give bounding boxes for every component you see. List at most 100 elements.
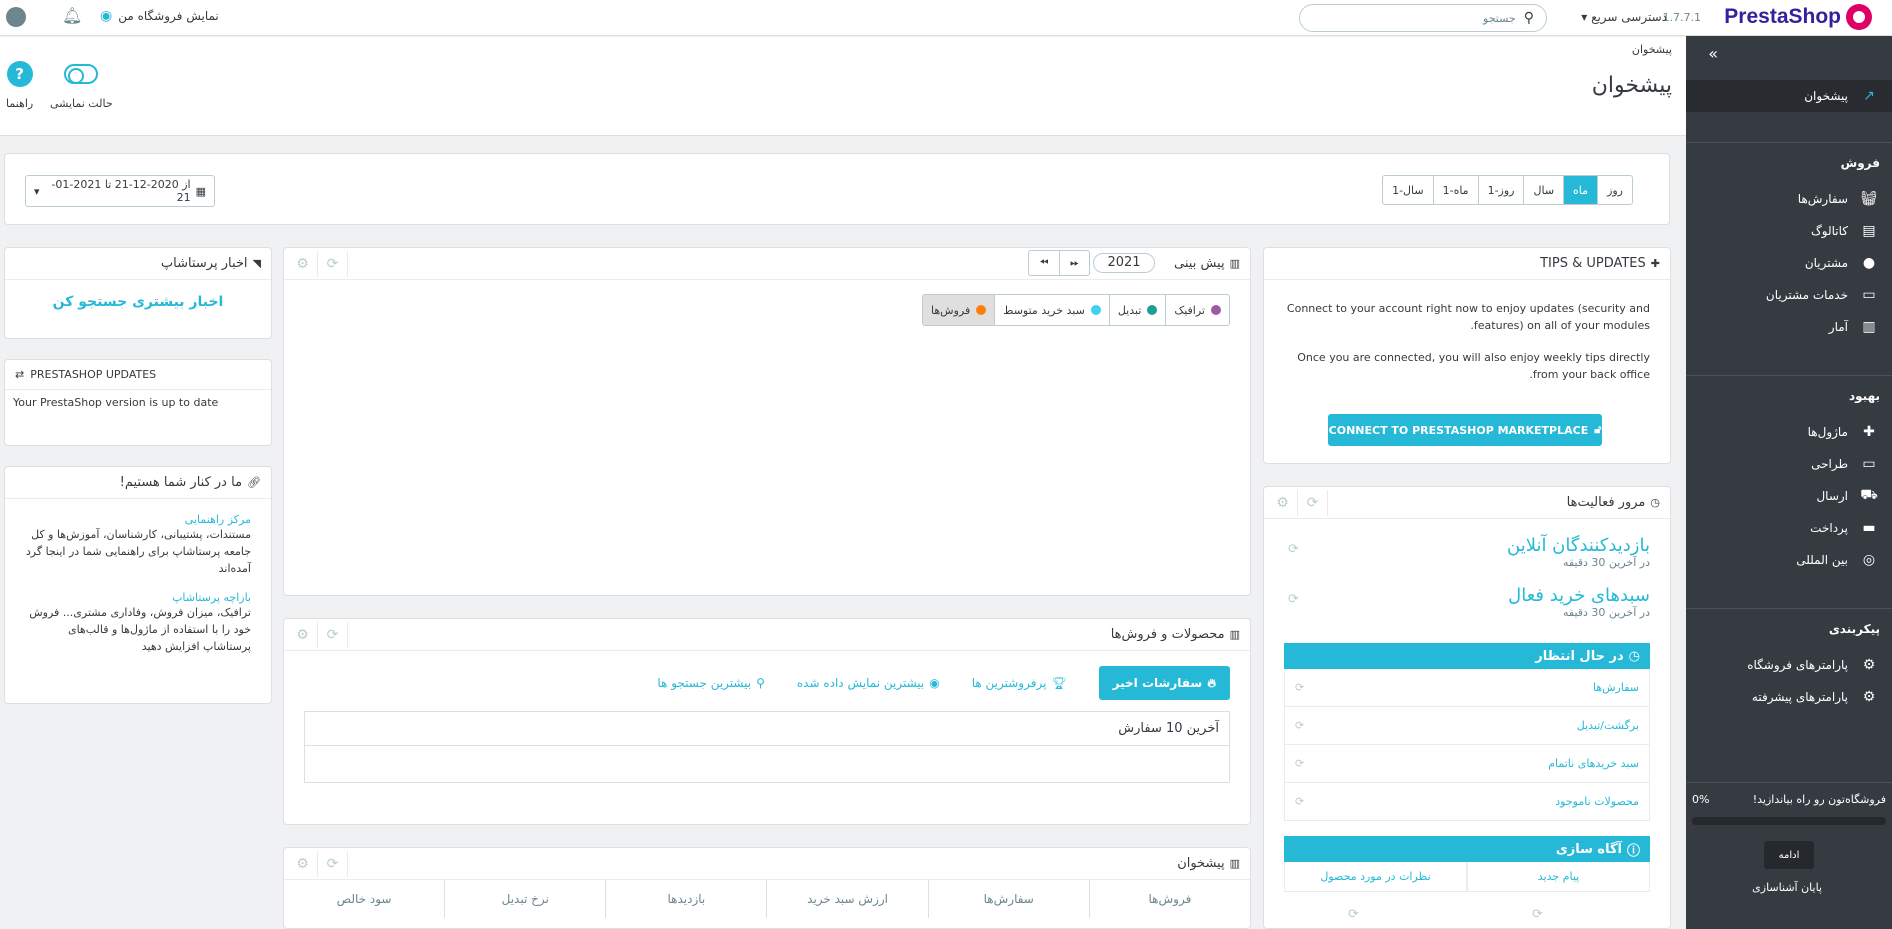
sidebar-item-international[interactable]: ◎ بین المللی (1686, 544, 1892, 576)
refresh-icon[interactable]: ⟳ (318, 622, 348, 648)
new-messages-tab[interactable]: پیام جدید (1467, 862, 1650, 892)
demo-mode-toggle[interactable]: حالت نمایشی (50, 61, 113, 110)
refresh-icon[interactable]: ⟳ (1288, 592, 1299, 607)
caret-down-icon: ▾ (34, 184, 40, 198)
legend-sales[interactable]: فروش‌ها (923, 295, 995, 325)
sidebar-item-stats[interactable]: ▥ آمار (1686, 311, 1892, 343)
help-center-link[interactable]: مرکز راهنمایی (5, 513, 271, 526)
column-header: بازدیدها (605, 880, 766, 918)
pending-item-returns[interactable]: برگشت/تبدیل ⟳ (1284, 707, 1650, 745)
sidebar-divider (1686, 375, 1892, 376)
refresh-icon[interactable]: ⟳ (318, 251, 348, 277)
recent-orders-table: آخرین 10 سفارش (304, 711, 1230, 783)
sidebar-item-customers[interactable]: ● مشتریان (1686, 247, 1892, 279)
search-box[interactable]: ⚲ جستجو (1299, 4, 1547, 32)
prestashop-logo[interactable]: PrestaShop (1724, 4, 1872, 30)
connect-marketplace-button[interactable]: 🔓︎ CONNECT TO PRESTASHOP MARKETPLACE (1328, 414, 1602, 446)
sidebar-item-label: کاتالوگ (1811, 224, 1848, 238)
view-shop-link[interactable]: نمایش فروشگاه من ◉ (100, 8, 219, 24)
period-day[interactable]: روز (1597, 176, 1632, 204)
page-title: پیشخوان (1591, 73, 1672, 98)
period-month[interactable]: ماه (1563, 176, 1598, 204)
quick-access-dropdown[interactable]: دسترسی سریع ▾ (1581, 10, 1667, 24)
sidebar-item-shipping[interactable]: ⛟ ارسال (1686, 480, 1892, 512)
refresh-icon[interactable]: ⟳ (318, 851, 348, 877)
tab-most-viewed[interactable]: ◉ بیشترین نمایش داده شده (797, 676, 940, 690)
brand-name: PrestaShop (1724, 5, 1841, 28)
panel-title: مرور فعالیت‌ها (1566, 495, 1646, 510)
panel-title: PRESTASHOP UPDATES (30, 368, 157, 381)
next-year-icon[interactable]: ⏩︎ (1059, 251, 1089, 275)
active-carts-title[interactable]: سبدهای خرید فعال (1284, 585, 1650, 606)
refresh-icon[interactable]: ⟳ (1295, 795, 1304, 808)
configure-icon[interactable]: ⚙ (288, 851, 318, 877)
product-reviews-tab[interactable]: نظرات در مورد محصول (1284, 862, 1467, 892)
bar-chart-icon: ▥ (1229, 857, 1240, 870)
pending-item-out-of-stock[interactable]: محصولات ناموجود ⟳ (1284, 783, 1650, 821)
pending-item-orders[interactable]: سفارش‌ها ⟳ (1284, 669, 1650, 707)
end-onboarding-link[interactable]: پایان آشناسازی (1752, 881, 1822, 894)
previous-year-icon[interactable]: ⏪︎ (1029, 251, 1059, 275)
date-range-picker[interactable]: ▦ از 2020-12-21 تا 2021-01-21 ▾ (25, 175, 215, 207)
marketplace-desc: ترافیک، میزان فروش، وفاداری مشتری... فرو… (29, 606, 251, 653)
breadcrumb[interactable]: پیشخوان (1632, 43, 1672, 56)
legend-dot (976, 305, 987, 315)
refresh-icon[interactable]: ⟳ (1348, 907, 1359, 922)
sidebar-item-payment[interactable]: ▬ پرداخت (1686, 512, 1892, 544)
sidebar-item-catalog[interactable]: ▤ کاتالوگ (1686, 215, 1892, 247)
configure-icon[interactable]: ⚙ (1268, 490, 1298, 516)
refresh-icon[interactable]: ⟳ (1295, 757, 1304, 770)
help-button[interactable]: ? راهنما (6, 61, 33, 110)
pending-label: محصولات ناموجود (1555, 795, 1639, 808)
search-icon[interactable]: ⚲ (1524, 10, 1534, 26)
tab-recent-orders[interactable]: 🔥︎ سفارشات اخیر (1098, 666, 1230, 700)
sidebar-item-dashboard[interactable]: ↗ پیشخوان (1686, 80, 1892, 112)
refresh-icon[interactable]: ⟳ (1298, 490, 1328, 516)
period-prev-month[interactable]: ماه-1 (1432, 176, 1478, 204)
calendar-icon: ▦ (195, 184, 206, 198)
truck-icon: ⛟ (1860, 487, 1878, 503)
sidebar-item-orders[interactable]: 🧺︎ سفارش‌ها (1686, 183, 1892, 215)
sidebar-item-label: پرداخت (1810, 521, 1848, 535)
unlock-icon: 🔓︎ (1594, 423, 1602, 436)
active-carts: سبدهای خرید فعال در آخرین 30 دقیقه (1284, 585, 1650, 619)
view-shop-label: نمایش فروشگاه من (118, 9, 219, 23)
legend-traffic[interactable]: ترافیک (1165, 295, 1229, 325)
sidebar-item-design[interactable]: ▭ طراحی (1686, 448, 1892, 480)
collapse-sidebar-icon[interactable]: » (1708, 44, 1718, 63)
refresh-icon[interactable]: ⟳ (1288, 542, 1299, 557)
legend-conversion[interactable]: تبدیل (1108, 295, 1166, 325)
online-visitors-sub: در آخرین 30 دقیقه (1562, 556, 1650, 569)
search-input[interactable]: جستجو (1483, 12, 1516, 25)
pending-item-abandoned-carts[interactable]: سبد خریدهای ناتمام ⟳ (1284, 745, 1650, 783)
pending-label: برگشت/تبدیل (1576, 719, 1639, 732)
tab-best-sellers[interactable]: 🏆︎ پرفروشترین ها (972, 676, 1067, 690)
sidebar-item-label: ماژول‌ها (1807, 425, 1848, 439)
refresh-icon[interactable]: ⟳ (1532, 907, 1543, 922)
user-avatar[interactable] (6, 7, 26, 27)
marketplace-link[interactable]: بازاچه پرستاشاپ (5, 591, 271, 604)
sidebar-item-shop-parameters[interactable]: ⚙ پارامترهای فروشگاه (1686, 649, 1892, 681)
configure-icon[interactable]: ⚙ (288, 622, 318, 648)
basket-icon: 🧺︎ (1860, 191, 1878, 207)
tab-top-searches[interactable]: ⚲ بیشترین جستجو ها (657, 676, 764, 690)
legend-average-cart[interactable]: سبد خرید متوسط (994, 295, 1109, 325)
configure-icon[interactable]: ⚙ (288, 251, 318, 277)
sidebar-item-advanced-parameters[interactable]: ⚙ پارامترهای پیشرفته (1686, 681, 1892, 713)
sidebar-item-modules[interactable]: ✚ ماژول‌ها (1686, 416, 1892, 448)
continue-onboarding-button[interactable]: ادامه (1764, 841, 1814, 869)
onboarding-progress-bar (1692, 817, 1886, 825)
bell-icon[interactable]: 🔔︎ (62, 6, 82, 25)
online-visitors-title[interactable]: بازدیدکنندگان آنلاین (1284, 535, 1650, 556)
credit-card-icon: ▬ (1862, 520, 1876, 536)
period-prev-year[interactable]: سال-1 (1383, 176, 1433, 204)
update-status-text: Your PrestaShop version is up to date (13, 396, 219, 409)
sidebar-item-customer-service[interactable]: ▭ خدمات مشتریان (1686, 279, 1892, 311)
refresh-icon[interactable]: ⟳ (1295, 681, 1304, 694)
panel-header: ◥ اخبار پرستاشاپ (5, 248, 271, 280)
period-year[interactable]: سال (1523, 176, 1563, 204)
sidebar-item-label: پارامترهای فروشگاه (1747, 658, 1848, 672)
refresh-icon[interactable]: ⟳ (1295, 719, 1304, 732)
period-prev-day[interactable]: روز-1 (1477, 176, 1524, 204)
more-news-link[interactable]: اخبار بیشتری جستجو کن (5, 294, 271, 310)
